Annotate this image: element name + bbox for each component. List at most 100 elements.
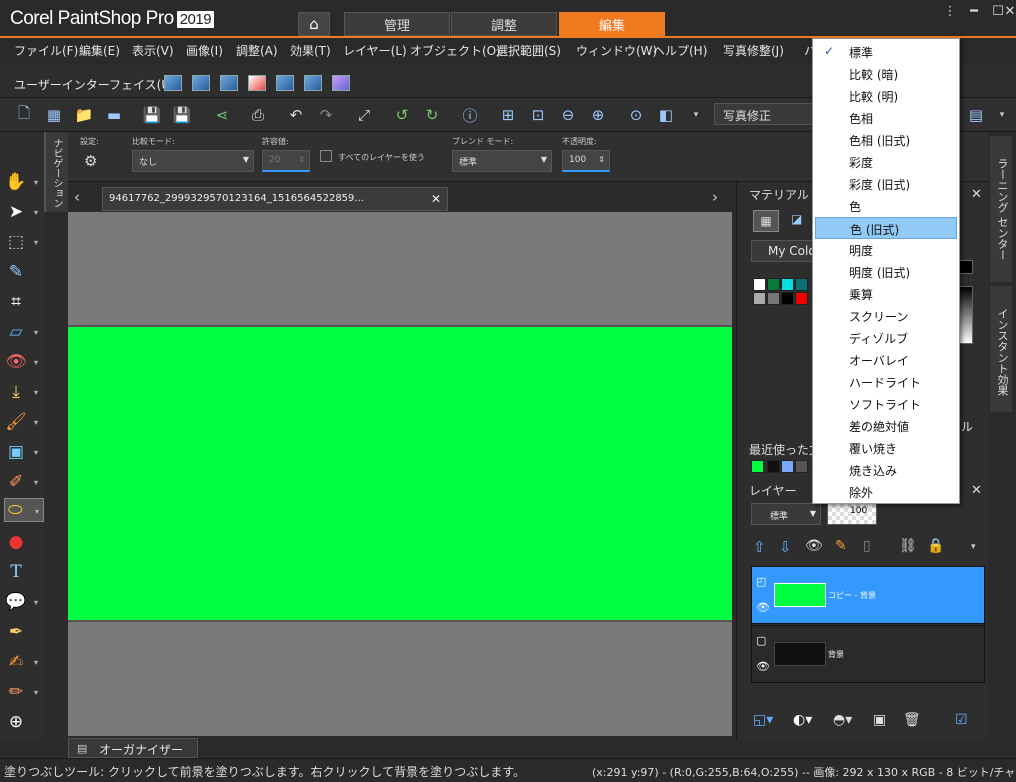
actual-size-icon[interactable]: ⊞ <box>498 105 518 125</box>
blend-option[interactable]: 差の絶対値 <box>815 415 957 437</box>
tab-edit[interactable]: 編集 <box>559 12 665 36</box>
menu-file[interactable]: ファイル(F) <box>14 42 78 59</box>
menu-selections[interactable]: 選択範囲(S) <box>496 42 561 59</box>
color-changer-tool-icon[interactable]: ● <box>4 530 28 554</box>
blend-option[interactable]: 除外 <box>815 481 957 503</box>
tab-manage[interactable]: 管理 <box>344 12 450 36</box>
instant-effects-tab[interactable]: インスタント効果 <box>990 286 1012 412</box>
menu-window[interactable]: ウィンドウ(W) <box>576 42 657 59</box>
menu-help[interactable]: ヘルプ(H) <box>653 42 707 59</box>
tool-more-icon[interactable]: ▾ <box>34 688 38 697</box>
add-tool-icon[interactable]: ⊕ <box>4 710 28 734</box>
foreground-color-swatch[interactable] <box>959 260 973 274</box>
straighten-tool-icon[interactable]: ▱ ▾ <box>4 320 38 344</box>
delete-layer-icon[interactable]: 🗑 <box>903 712 921 728</box>
swatch-light-gray[interactable] <box>753 292 766 305</box>
background-color-swatch[interactable] <box>959 286 973 344</box>
recent-swatch-green[interactable] <box>751 460 764 473</box>
menu-layers[interactable]: レイヤー(L) <box>343 42 407 59</box>
compare-mode-select[interactable]: なし ▼ <box>132 150 254 172</box>
smudge-tool-icon[interactable]: ✏ ▾ <box>4 680 38 704</box>
redo-icon[interactable]: ↷ <box>316 105 336 125</box>
blend-option[interactable]: ✓ 標準 <box>815 41 957 63</box>
blend-option[interactable]: 色 (旧式) <box>815 217 957 239</box>
document-tab[interactable]: 94617762_2999329570123164_1516564522859.… <box>102 187 448 211</box>
menu-objects[interactable]: オブジェクト(O) <box>410 42 501 59</box>
tool-more-icon[interactable]: ▾ <box>34 418 38 427</box>
blend-option[interactable]: 色相 <box>815 107 957 129</box>
move-layer-up-icon[interactable]: ⇧ <box>753 538 766 556</box>
blend-option[interactable]: ソフトライト <box>815 393 957 415</box>
new-layer-icon[interactable]: ◱▾ <box>753 712 773 728</box>
close-button[interactable]: ✕ <box>1004 2 1016 20</box>
print-icon[interactable]: ⎙ <box>248 105 268 125</box>
lock-icon[interactable]: 🔒 <box>927 538 944 554</box>
adjustment-layer-icon[interactable]: ◐▾ <box>793 712 812 728</box>
minimize-button[interactable]: ━ <box>962 2 986 20</box>
blend-option[interactable]: 色 <box>815 195 957 217</box>
menu-image[interactable]: 画像(I) <box>186 42 223 59</box>
blend-option[interactable]: 色相 (旧式) <box>815 129 957 151</box>
workspace-icon-4[interactable] <box>248 75 266 91</box>
recent-swatch-gray[interactable] <box>795 460 808 473</box>
toolbar-overflow-icon[interactable]: ▾ <box>992 105 1012 125</box>
more-options-icon[interactable]: ⋮ <box>938 2 962 20</box>
tolerance-field[interactable]: 20 ⇕ <box>262 150 310 172</box>
tool-more-icon[interactable]: ▾ <box>34 388 38 397</box>
swatch-teal[interactable] <box>795 278 808 291</box>
visibility-eye-icon[interactable]: 👁 <box>756 601 770 614</box>
menu-view[interactable]: 表示(V) <box>132 42 174 59</box>
blend-option[interactable]: 比較 (明) <box>815 85 957 107</box>
art-media-tool-icon[interactable]: ✍ ▾ <box>4 650 38 674</box>
recent-swatch-black[interactable] <box>767 460 780 473</box>
share-icon[interactable]: ⋖ <box>212 105 232 125</box>
blend-option[interactable]: 明度 (旧式) <box>815 261 957 283</box>
blend-option[interactable]: 彩度 <box>815 151 957 173</box>
workspace-icon-3[interactable] <box>220 75 238 91</box>
organizer-tab[interactable]: ▤ オーガナイザー <box>68 738 198 758</box>
link-icon[interactable]: ⛓ <box>899 538 917 554</box>
tool-more-icon[interactable]: ▾ <box>34 478 38 487</box>
canvas-area[interactable] <box>68 212 732 736</box>
swatch-gray[interactable] <box>767 292 780 305</box>
recent-swatch-blue[interactable] <box>781 460 794 473</box>
workspace-icon-6[interactable] <box>304 75 322 91</box>
blend-mode-dropdown[interactable]: ✓ 標準 比較 (暗) 比較 (明) 色相 色相 (旧式) 彩度 彩度 (旧式) 色色 (旧式)… <box>812 38 960 504</box>
swatch-white[interactable] <box>753 278 766 291</box>
swatch-green[interactable] <box>767 278 780 291</box>
blend-mode-select[interactable]: 標準 ▼ <box>452 150 552 172</box>
workspace-menu-icon[interactable]: ▤ <box>966 105 986 125</box>
blend-option[interactable]: オーバレイ <box>815 349 957 371</box>
blend-option[interactable]: 焼き込み <box>815 459 957 481</box>
workspace-icon-7[interactable] <box>332 75 350 91</box>
zoom-in-icon[interactable]: ⊕ <box>588 105 608 125</box>
new-file-icon[interactable]: 🗋 <box>14 104 34 125</box>
swatch-black[interactable] <box>781 292 794 305</box>
makeover-tool-icon[interactable]: ⤓ ▾ <box>4 380 38 404</box>
crop-tool-icon[interactable]: ⌗ <box>4 290 28 314</box>
mask-icon[interactable]: ▯ <box>863 538 871 554</box>
red-eye-tool-icon[interactable]: 👁 ▾ <box>4 350 38 374</box>
edit-layer-icon[interactable]: ✎ <box>835 538 847 554</box>
close-layers-icon[interactable]: ✕ <box>971 483 982 498</box>
eraser-tool-icon[interactable]: ✐ ▾ <box>4 470 38 494</box>
save-as-icon[interactable]: 💾 <box>172 105 192 125</box>
layer-opacity-field[interactable]: 100 <box>827 503 877 525</box>
menu-edit[interactable]: 編集(E) <box>79 42 120 59</box>
home-icon[interactable]: ⌂ <box>298 12 330 36</box>
zoom-out-icon[interactable]: ⊖ <box>558 105 578 125</box>
pan-tool-icon[interactable]: ✋ ▾ <box>4 170 38 194</box>
layer-blend-select[interactable]: 標準 ▼ <box>751 503 821 525</box>
pen-tool-icon[interactable]: ✒ <box>4 620 28 644</box>
workspace-icon-1[interactable] <box>164 75 182 91</box>
blend-option[interactable]: 明度 <box>815 239 957 261</box>
resize-icon[interactable]: ⤢ <box>354 105 374 125</box>
user-interface-label[interactable]: ユーザーインターフェイス(U) <box>14 76 175 93</box>
blend-option[interactable]: 乗算 <box>815 283 957 305</box>
blend-option[interactable]: 比較 (暗) <box>815 63 957 85</box>
blend-option[interactable]: ディゾルブ <box>815 327 957 349</box>
blend-option[interactable]: スクリーン <box>815 305 957 327</box>
swatch-red[interactable] <box>795 292 808 305</box>
scan-icon[interactable]: ▬ <box>104 105 124 125</box>
brush-options-icon[interactable]: ◧ <box>656 105 676 125</box>
